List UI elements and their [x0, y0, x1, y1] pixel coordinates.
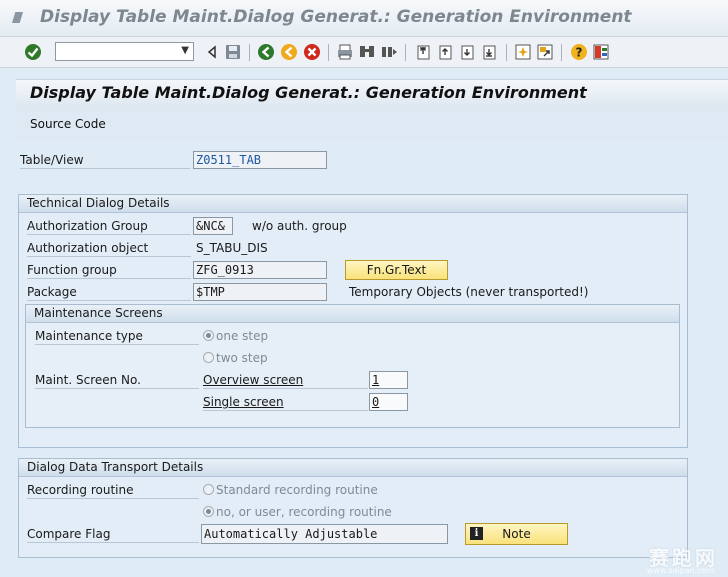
layout-icon[interactable]: [592, 43, 610, 61]
find-next-icon[interactable]: [380, 43, 398, 61]
auth-group-field[interactable]: &NC&: [193, 217, 233, 235]
auth-object-value: S_TABU_DIS: [196, 241, 268, 255]
label-underline: [27, 300, 191, 301]
exit-icon[interactable]: [280, 43, 298, 61]
package-field[interactable]: $TMP: [193, 283, 327, 301]
window-title-bar: Display Table Maint.Dialog Generat.: Gen…: [0, 0, 728, 37]
one-step-radio[interactable]: one step: [203, 329, 268, 343]
maintenance-screens-title: Maintenance Screens: [34, 306, 163, 320]
label-underline: [35, 388, 199, 389]
user-recording-label: no, or user, recording routine: [216, 505, 392, 519]
label-underline: [27, 256, 191, 257]
print-icon[interactable]: [336, 43, 354, 61]
compare-flag-label: Compare Flag: [27, 527, 111, 541]
table-view-field[interactable]: Z0511_TAB: [193, 151, 327, 169]
screen-header: Display Table Maint.Dialog Generat.: Gen…: [16, 79, 728, 108]
package-text: Temporary Objects (never transported!): [349, 285, 589, 299]
label-underline: [203, 388, 368, 389]
single-screen-link[interactable]: Single screen: [203, 395, 284, 409]
last-page-icon[interactable]: [480, 43, 498, 61]
first-page-icon[interactable]: [414, 43, 432, 61]
overview-screen-link[interactable]: Overview screen: [203, 373, 303, 387]
note-button-label: Note: [502, 527, 531, 541]
table-view-label: Table/View: [20, 153, 84, 167]
toolbar-separator: [249, 44, 250, 61]
package-label: Package: [27, 285, 77, 299]
auth-group-label: Authorization Group: [27, 219, 148, 233]
screen-title: Display Table Maint.Dialog Generat.: Gen…: [30, 83, 587, 102]
label-underline: [27, 234, 191, 235]
shortcut-icon[interactable]: [536, 43, 554, 61]
new-session-icon[interactable]: [514, 43, 532, 61]
label-underline: [203, 410, 368, 411]
next-page-icon[interactable]: [458, 43, 476, 61]
overview-screen-field[interactable]: 1: [369, 371, 408, 389]
collapse-icon[interactable]: [203, 43, 216, 61]
label-underline: [27, 498, 199, 499]
application-toolbar: Source Code: [16, 108, 728, 142]
toolbar-separator: [328, 44, 329, 61]
single-screen-field[interactable]: 0: [369, 393, 408, 411]
radio-selected-icon: [203, 506, 214, 517]
radio-unselected-icon: [203, 352, 214, 363]
auth-object-label: Authorization object: [27, 241, 149, 255]
two-step-radio[interactable]: two step: [203, 351, 268, 365]
label-underline: [20, 168, 190, 169]
cancel-icon[interactable]: [303, 43, 321, 61]
standard-recording-radio[interactable]: Standard recording routine: [203, 483, 378, 497]
command-field[interactable]: ▼: [55, 42, 194, 61]
toolbar-separator: [561, 44, 562, 61]
save-icon[interactable]: [224, 43, 242, 61]
dropdown-icon[interactable]: ▼: [181, 45, 189, 56]
technical-dialog-title: Technical Dialog Details: [27, 196, 170, 210]
function-group-field[interactable]: ZFG_0913: [193, 261, 327, 279]
function-group-text-button[interactable]: Fn.Gr.Text: [345, 260, 448, 280]
window-menu-icon[interactable]: [12, 12, 23, 23]
radio-selected-icon: [203, 330, 214, 341]
standard-toolbar: ▼ ?: [0, 37, 728, 68]
radio-unselected-icon: [203, 484, 214, 495]
note-button[interactable]: i Note: [465, 523, 568, 545]
watermark-url: www.saipao.com: [646, 566, 714, 575]
toolbar-separator: [405, 44, 406, 61]
back-icon[interactable]: [257, 43, 275, 61]
label-underline: [27, 278, 191, 279]
window-title: Display Table Maint.Dialog Generat.: Gen…: [40, 7, 632, 27]
maintenance-type-label: Maintenance type: [35, 329, 143, 343]
label-underline: [27, 542, 199, 543]
svg-text:?: ?: [576, 46, 583, 60]
recording-routine-label: Recording routine: [27, 483, 134, 497]
label-underline: [35, 344, 199, 345]
source-code-button[interactable]: Source Code: [30, 117, 106, 131]
two-step-label: two step: [216, 351, 268, 365]
previous-page-icon[interactable]: [436, 43, 454, 61]
enter-check-icon[interactable]: [24, 43, 42, 61]
compare-flag-field[interactable]: Automatically Adjustable: [201, 524, 448, 544]
one-step-label: one step: [216, 329, 269, 343]
transport-details-title: Dialog Data Transport Details: [27, 460, 204, 474]
toolbar-separator: [506, 44, 507, 61]
info-icon: i: [470, 527, 483, 540]
find-icon[interactable]: [358, 43, 376, 61]
auth-group-text: w/o auth. group: [252, 219, 347, 233]
maintenance-screens-group-header: Maintenance Screens: [26, 305, 679, 323]
function-group-label: Function group: [27, 263, 117, 277]
user-recording-radio[interactable]: no, or user, recording routine: [203, 505, 392, 519]
technical-dialog-group-header: Technical Dialog Details: [19, 195, 687, 213]
standard-recording-label: Standard recording routine: [216, 483, 378, 497]
help-icon[interactable]: ?: [570, 43, 588, 61]
transport-details-group-header: Dialog Data Transport Details: [19, 459, 687, 477]
maint-screen-no-label: Maint. Screen No.: [35, 373, 141, 387]
